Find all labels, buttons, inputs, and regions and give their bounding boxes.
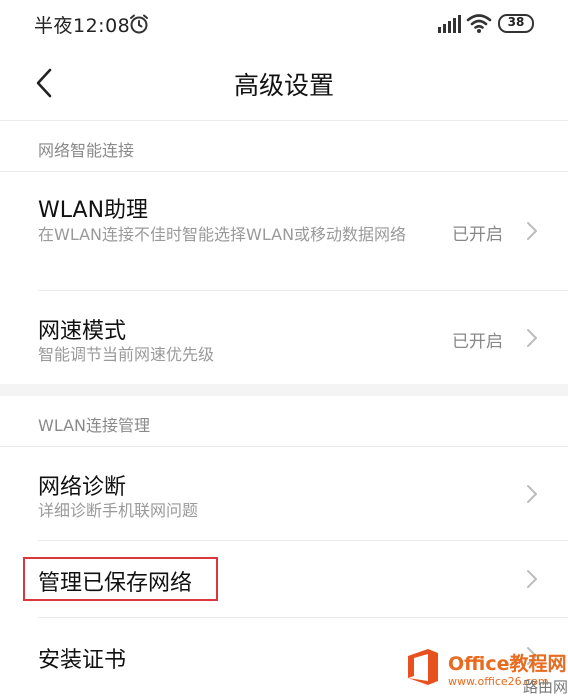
row-description: 详细诊断手机联网问题	[38, 501, 199, 520]
section-separator	[0, 384, 568, 396]
highlight-box	[23, 557, 218, 601]
chevron-right-icon	[527, 222, 537, 240]
status-bar: 半夜12:08 38	[0, 0, 568, 50]
watermark: Office教程网 www.office26.com 路由网	[404, 645, 568, 697]
section-header-smart-connection: 网络智能连接	[38, 141, 135, 160]
battery-icon: 38	[498, 14, 534, 33]
row-status: 已开启	[452, 225, 503, 245]
signal-icon	[438, 15, 461, 33]
list-item-wlan-assistant[interactable]: WLAN助理 在WLAN连接不佳时智能选择WLAN或移动数据网络 已开启	[0, 172, 568, 290]
chevron-right-icon	[527, 570, 537, 588]
section-header-wlan-management: WLAN连接管理	[38, 416, 151, 435]
watermark-side: 路由网	[522, 678, 568, 696]
list-item-network-diagnosis[interactable]: 网络诊断 详细诊断手机联网问题	[0, 447, 568, 540]
row-title: 网络诊断	[38, 475, 127, 500]
chevron-right-icon	[527, 485, 537, 503]
page-title: 高级设置	[233, 71, 334, 100]
row-description: 智能调节当前网速优先级	[38, 345, 215, 364]
header: 高级设置	[0, 50, 568, 120]
office-logo-icon	[408, 649, 438, 685]
header-divider	[0, 120, 568, 121]
chevron-right-icon	[527, 329, 537, 347]
battery-level: 38	[507, 15, 525, 29]
status-time: 半夜12:08	[34, 15, 131, 37]
row-title: 安装证书	[38, 648, 127, 673]
wifi-icon	[466, 14, 492, 33]
list-item-speed-mode[interactable]: 网速模式 智能调节当前网速优先级 已开启	[0, 291, 568, 384]
row-title: 网速模式	[38, 319, 127, 344]
row-status: 已开启	[452, 332, 503, 352]
watermark-brand: Office教程网	[448, 653, 567, 675]
row-title: WLAN助理	[38, 198, 149, 223]
row-description: 在WLAN连接不佳时智能选择WLAN或移动数据网络	[38, 225, 407, 244]
alarm-icon	[130, 14, 148, 34]
